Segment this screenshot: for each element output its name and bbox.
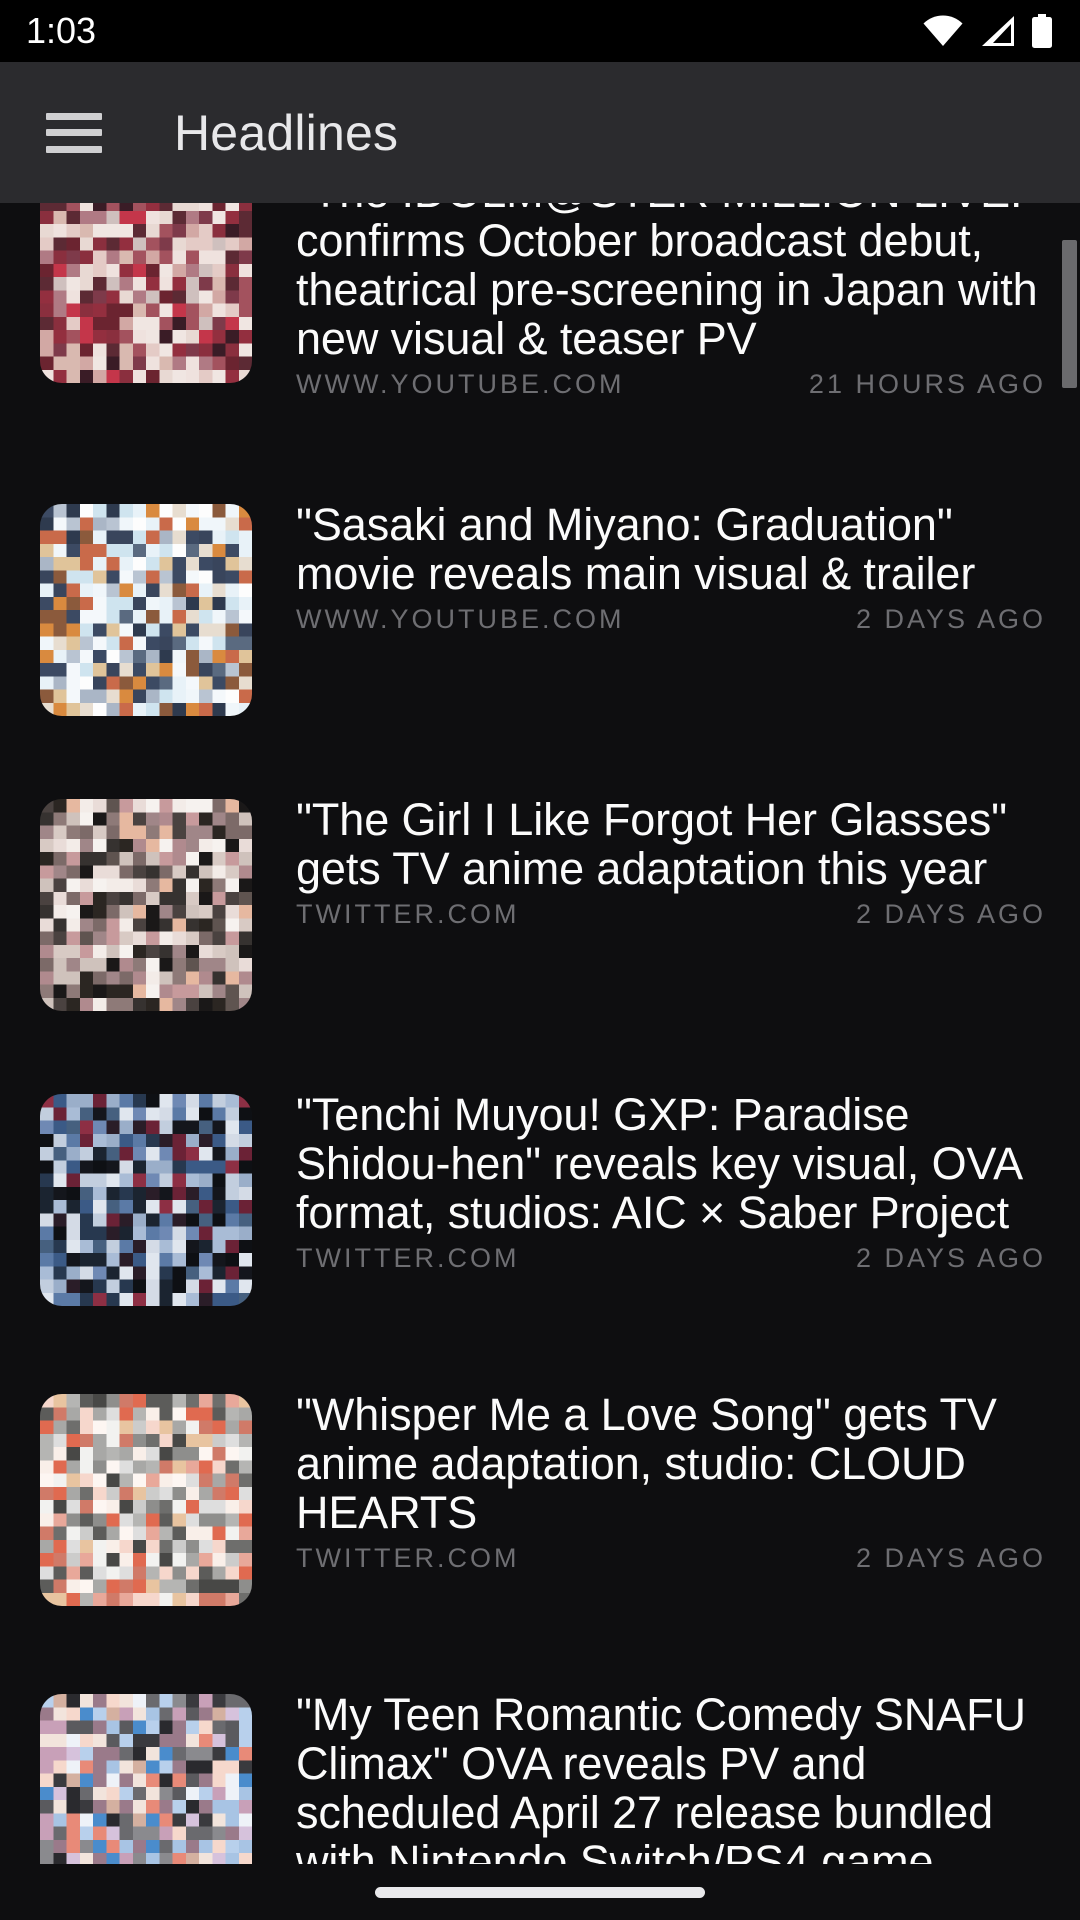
page-title: Headlines: [174, 104, 399, 161]
hamburger-menu-icon[interactable]: [46, 112, 102, 153]
article-body: "Whisper Me a Love Song" gets TV anime a…: [252, 1390, 1050, 1606]
gesture-nav-bar: [0, 1864, 1080, 1920]
battery-icon: [1030, 14, 1054, 48]
gesture-nav-pill[interactable]: [375, 1886, 705, 1898]
article-list-item[interactable]: "Sasaki and Miyano: Graduation" movie re…: [0, 500, 1080, 716]
app-bar: Headlines: [0, 62, 1080, 203]
article-meta: TWITTER.COM 2 DAYS AGO: [296, 1543, 1050, 1574]
article-body: "The Girl I Like Forgot Her Glasses" get…: [252, 795, 1050, 1011]
scrollbar-thumb[interactable]: [1062, 240, 1077, 388]
article-body: "Sasaki and Miyano: Graduation" movie re…: [252, 500, 1050, 716]
cellular-signal-icon: [978, 15, 1016, 47]
article-source: TWITTER.COM: [296, 899, 520, 929]
headlines-list[interactable]: "The IDOLM@STER MILLION LIVE!" confirms …: [0, 203, 1080, 1920]
article-list-item[interactable]: "Whisper Me a Love Song" gets TV anime a…: [0, 1390, 1080, 1606]
article-thumbnail: [40, 203, 252, 383]
article-body: "Tenchi Muyou! GXP: Paradise Shidou-hen"…: [252, 1090, 1050, 1306]
article-timestamp: 2 DAYS AGO: [855, 1243, 1046, 1273]
article-thumbnail: [40, 799, 252, 1011]
article-title: "My Teen Romantic Comedy SNAFU Climax" O…: [296, 1689, 1026, 1887]
article-title: "Whisper Me a Love Song" gets TV anime a…: [296, 1389, 997, 1538]
article-title: "Tenchi Muyou! GXP: Paradise Shidou-hen"…: [296, 1089, 1021, 1238]
article-list-item[interactable]: "The Girl I Like Forgot Her Glasses" get…: [0, 795, 1080, 1011]
article-list-item[interactable]: "The IDOLM@STER MILLION LIVE!" confirms …: [0, 203, 1080, 400]
article-title: "Sasaki and Miyano: Graduation" movie re…: [296, 499, 976, 599]
article-source: WWW.YOUTUBE.COM: [296, 369, 625, 399]
article-meta: TWITTER.COM 2 DAYS AGO: [296, 899, 1050, 930]
article-meta: WWW.YOUTUBE.COM 21 HOURS AGO: [296, 369, 1050, 400]
article-thumbnail: [40, 504, 252, 716]
article-timestamp: 21 HOURS AGO: [808, 369, 1046, 399]
phone-screen: 1:03 Headlines "The IDOLM@STER MILLION L…: [0, 0, 1080, 1920]
article-source: WWW.YOUTUBE.COM: [296, 604, 625, 634]
article-source: TWITTER.COM: [296, 1243, 520, 1273]
article-title: "The Girl I Like Forgot Her Glasses" get…: [296, 794, 1008, 894]
article-title: "The IDOLM@STER MILLION LIVE!" confirms …: [296, 203, 1038, 364]
article-list-item[interactable]: "Tenchi Muyou! GXP: Paradise Shidou-hen"…: [0, 1090, 1080, 1306]
article-thumbnail: [40, 1394, 252, 1606]
article-thumbnail: [40, 1094, 252, 1306]
article-meta: TWITTER.COM 2 DAYS AGO: [296, 1243, 1050, 1274]
article-timestamp: 2 DAYS AGO: [855, 899, 1046, 929]
article-meta: WWW.YOUTUBE.COM 2 DAYS AGO: [296, 604, 1050, 635]
status-bar-clock: 1:03: [26, 10, 97, 51]
article-timestamp: 2 DAYS AGO: [855, 604, 1046, 634]
status-bar-icons: [922, 14, 1054, 48]
status-bar: 1:03: [0, 0, 1080, 62]
article-source: TWITTER.COM: [296, 1543, 520, 1573]
article-body: "The IDOLM@STER MILLION LIVE!" confirms …: [252, 203, 1050, 400]
wifi-icon: [922, 15, 964, 47]
article-timestamp: 2 DAYS AGO: [855, 1543, 1046, 1573]
